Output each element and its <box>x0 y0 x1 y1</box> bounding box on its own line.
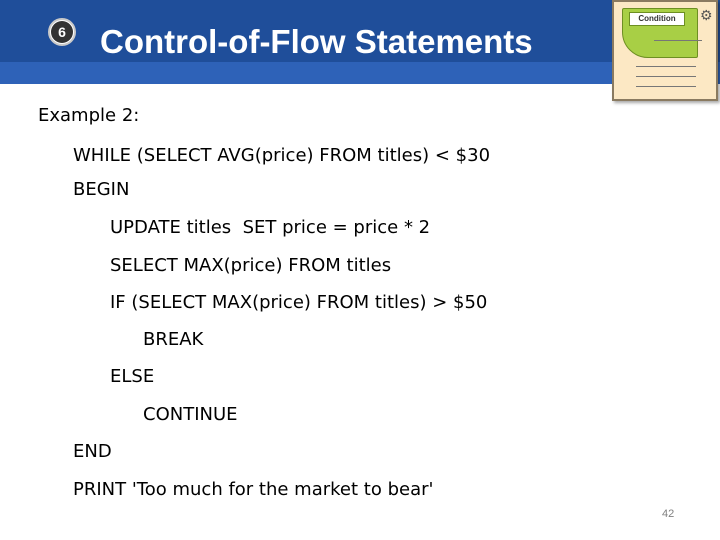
code-line-if: IF (SELECT MAX(price) FROM titles) > $50 <box>110 292 488 313</box>
example-heading: Example 2: <box>38 105 140 126</box>
page-number: 42 <box>662 508 675 520</box>
condition-card-image: Condition ⚙ <box>612 0 718 101</box>
code-line-update: UPDATE titles SET price = price * 2 <box>110 217 431 238</box>
section-number: 6 <box>51 21 73 43</box>
code-line-print: PRINT 'Too much for the market to bear' <box>73 479 434 500</box>
section-badge: 6 <box>48 18 76 46</box>
slide-title: Control-of-Flow Statements <box>100 23 533 60</box>
code-line-select: SELECT MAX(price) FROM titles <box>110 255 392 276</box>
card-line <box>654 40 702 41</box>
code-line-break: BREAK <box>143 329 204 350</box>
code-line-begin: BEGIN <box>73 179 130 200</box>
card-line <box>636 76 696 77</box>
code-line-continue: CONTINUE <box>143 404 238 425</box>
gear-icon: ⚙ <box>700 7 713 23</box>
code-line-end: END <box>73 441 112 462</box>
condition-label: Condition <box>629 12 685 26</box>
code-line-else: ELSE <box>110 366 155 387</box>
code-line-while: WHILE (SELECT AVG(price) FROM titles) < … <box>73 145 491 166</box>
condition-tab: Condition <box>622 8 698 58</box>
card-line <box>636 86 696 87</box>
card-line <box>636 66 696 67</box>
